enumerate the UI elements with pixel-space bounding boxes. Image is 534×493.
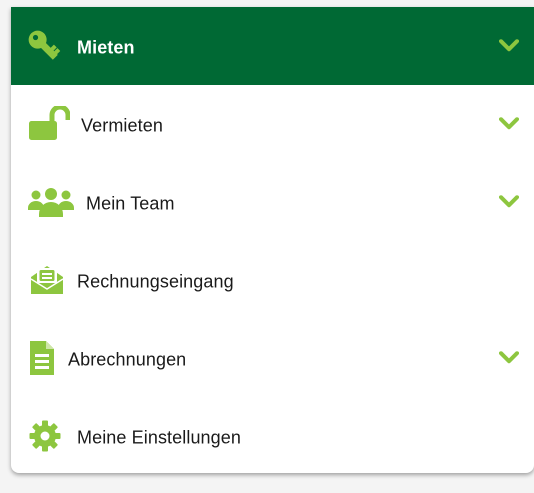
- menu-item-label: Rechnungseingang: [77, 271, 234, 292]
- menu-item-label: Abrechnungen: [68, 349, 187, 370]
- unlock-icon: [28, 106, 70, 142]
- chevron-down-icon[interactable]: [498, 193, 520, 209]
- menu-item-abrechnungen[interactable]: Abrechnungen: [11, 319, 534, 397]
- key-icon: [26, 28, 62, 64]
- menu-item-label: Meine Einstellungen: [77, 427, 242, 448]
- menu-item-mieten[interactable]: Mieten: [11, 7, 534, 85]
- envelope-open-icon: [30, 264, 64, 296]
- menu-item-label: Mieten: [77, 37, 135, 58]
- menu-item-meine-einstellungen[interactable]: Meine Einstellungen: [11, 397, 534, 473]
- chevron-down-icon[interactable]: [498, 115, 520, 131]
- users-icon: [28, 186, 74, 218]
- chevron-down-icon[interactable]: [498, 349, 520, 365]
- menu-item-vermieten[interactable]: Vermieten: [11, 85, 534, 163]
- chevron-down-icon[interactable]: [498, 37, 520, 53]
- menu-item-label: Vermieten: [81, 115, 163, 136]
- menu-item-mein-team[interactable]: Mein Team: [11, 163, 534, 241]
- gear-icon: [29, 420, 61, 452]
- menu-item-rechnungseingang[interactable]: Rechnungseingang: [11, 241, 534, 319]
- document-icon: [29, 340, 55, 376]
- menu-item-label: Mein Team: [86, 193, 175, 214]
- navigation-menu: Mieten Vermieten Mein Team Rechnungseing…: [11, 7, 534, 473]
